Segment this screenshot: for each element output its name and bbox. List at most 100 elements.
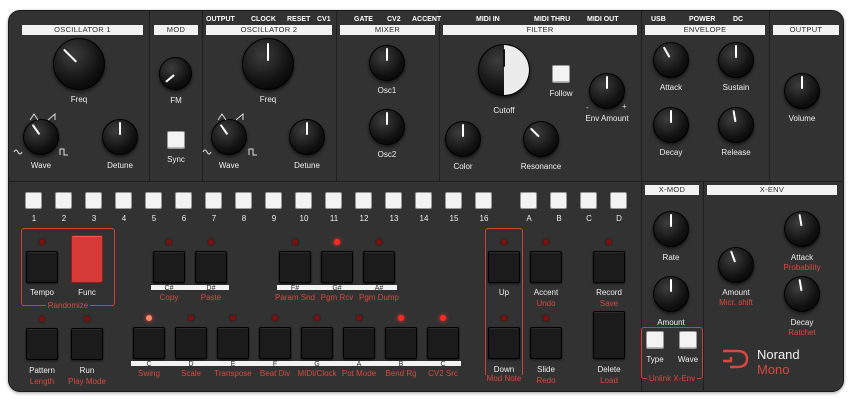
key-a-button[interactable] xyxy=(343,327,375,359)
volume-knob[interactable] xyxy=(784,73,820,109)
step-button-a[interactable] xyxy=(520,192,537,209)
key-g-sharp-button[interactable] xyxy=(321,251,353,283)
record-button[interactable] xyxy=(593,251,625,283)
step-button-16[interactable] xyxy=(475,192,492,209)
color-knob[interactable] xyxy=(445,121,481,157)
osc1-wave-label: Wave xyxy=(30,161,52,170)
step-button-3[interactable] xyxy=(85,192,102,209)
key-c-button[interactable] xyxy=(133,327,165,359)
key-d-button[interactable] xyxy=(175,327,207,359)
ratchet-label: Ratchet xyxy=(788,328,816,337)
tempo-label: Tempo xyxy=(29,288,55,297)
cutoff-knob[interactable] xyxy=(478,44,530,96)
key-e-button[interactable] xyxy=(217,327,249,359)
env-amount-knob[interactable] xyxy=(589,73,625,109)
attack-label: Attack xyxy=(659,83,683,92)
wave-button[interactable] xyxy=(679,331,697,349)
section-envelope: ENVELOPE xyxy=(645,25,765,35)
jack-label-midi-thru: MIDI THRU xyxy=(534,16,571,23)
osc1-wave-knob[interactable] xyxy=(23,119,59,155)
tempo-button[interactable] xyxy=(26,251,58,283)
run-button[interactable] xyxy=(71,328,103,360)
accent-led xyxy=(543,239,549,245)
key-g-button[interactable] xyxy=(301,327,333,359)
slide-button[interactable] xyxy=(530,327,562,359)
step-button-4[interactable] xyxy=(115,192,132,209)
step-button-12[interactable] xyxy=(355,192,372,209)
key-f-button[interactable] xyxy=(259,327,291,359)
step-label: 13 xyxy=(389,214,399,223)
pattern-button[interactable] xyxy=(26,328,58,360)
step-button-8[interactable] xyxy=(235,192,252,209)
step-label: B xyxy=(556,214,562,223)
release-knob[interactable] xyxy=(718,107,754,143)
step-button-5[interactable] xyxy=(145,192,162,209)
osc1-freq-knob[interactable] xyxy=(53,38,105,90)
step-label: 12 xyxy=(359,214,369,223)
osc2-detune-knob[interactable] xyxy=(289,119,325,155)
key-f-sharp-button[interactable] xyxy=(279,251,311,283)
load-label: Load xyxy=(600,376,618,385)
step-button-7[interactable] xyxy=(205,192,222,209)
step-button-b[interactable] xyxy=(550,192,567,209)
key-label-f: F xyxy=(272,361,278,368)
step-button-1[interactable] xyxy=(25,192,42,209)
osc2-freq-label: Freq xyxy=(259,95,277,104)
sync-label: Sync xyxy=(167,155,185,164)
section-mod: MOD xyxy=(154,25,198,35)
osc2-mix-knob[interactable] xyxy=(369,109,405,145)
length-label: Length xyxy=(29,377,55,386)
func-button[interactable] xyxy=(71,235,103,283)
follow-button[interactable] xyxy=(552,65,570,83)
step-button-14[interactable] xyxy=(415,192,432,209)
accent-button[interactable] xyxy=(530,251,562,283)
osc1-mix-knob[interactable] xyxy=(369,45,405,81)
xenv-amount-knob[interactable] xyxy=(718,247,754,283)
step-label: 5 xyxy=(151,214,157,223)
key-c-high-button[interactable] xyxy=(427,327,459,359)
section-oscillator-2: OSCILLATOR 2 xyxy=(206,25,332,35)
type-button[interactable] xyxy=(646,331,664,349)
step-button-6[interactable] xyxy=(175,192,192,209)
xmod-amount-knob[interactable] xyxy=(653,276,689,312)
step-button-9[interactable] xyxy=(265,192,282,209)
up-button[interactable] xyxy=(488,251,520,283)
osc1-detune-knob[interactable] xyxy=(102,119,138,155)
step-button-11[interactable] xyxy=(325,192,342,209)
step-label: 9 xyxy=(271,214,277,223)
step-button-13[interactable] xyxy=(385,192,402,209)
xenv-decay-knob[interactable] xyxy=(784,276,820,312)
func-label: Func xyxy=(78,288,96,297)
key-d-sharp-button[interactable] xyxy=(195,251,227,283)
key-c-sharp-button[interactable] xyxy=(153,251,185,283)
key-label-a-sharp: A# xyxy=(374,285,384,292)
probability-label: Probability xyxy=(783,263,821,272)
key-led xyxy=(230,315,236,321)
randomize-label: Randomize xyxy=(45,301,91,310)
resonance-knob[interactable] xyxy=(523,121,559,157)
slide-led xyxy=(543,315,549,321)
brand-name: Norand xyxy=(757,347,800,362)
step-button-15[interactable] xyxy=(445,192,462,209)
key-a-sharp-button[interactable] xyxy=(363,251,395,283)
step-label: 15 xyxy=(449,214,459,223)
step-button-2[interactable] xyxy=(55,192,72,209)
step-button-d[interactable] xyxy=(610,192,627,209)
xenv-attack-knob[interactable] xyxy=(784,211,820,247)
color-label: Color xyxy=(453,162,473,171)
down-button[interactable] xyxy=(488,327,520,359)
decay-knob[interactable] xyxy=(653,107,689,143)
xmod-rate-knob[interactable] xyxy=(653,211,689,247)
delete-button[interactable] xyxy=(593,311,625,359)
sustain-knob[interactable] xyxy=(718,42,754,78)
key-b-button[interactable] xyxy=(385,327,417,359)
osc2-freq-knob[interactable] xyxy=(242,38,294,90)
step-button-c[interactable] xyxy=(580,192,597,209)
step-button-10[interactable] xyxy=(295,192,312,209)
osc2-wave-knob[interactable] xyxy=(211,119,247,155)
attack-knob[interactable] xyxy=(653,42,689,78)
sync-button[interactable] xyxy=(167,131,185,149)
fm-knob[interactable] xyxy=(159,57,192,90)
jack-label-cv1: CV1 xyxy=(317,16,331,23)
key-led xyxy=(208,239,214,245)
